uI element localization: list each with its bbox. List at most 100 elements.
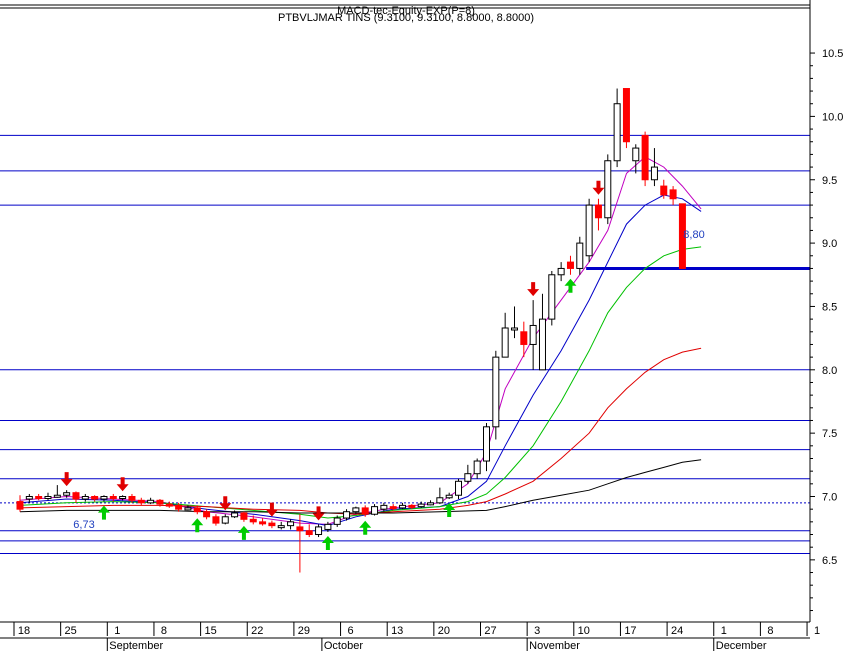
candle [137,497,145,506]
candle [473,458,481,479]
candle-body [576,242,584,269]
candle-body [296,526,304,532]
candle [240,511,248,522]
candle-body [109,496,117,499]
candle-body [594,204,602,219]
x-tick-label: 22 [251,625,263,637]
support-value-label: 8,80 [683,229,704,241]
candlestick-chart: 10.510.09.59.08.58.07.57.06.518 25 1 8 15 22 2… [0,0,843,651]
candle [53,485,61,498]
candle [147,497,155,505]
candle-body [408,504,416,508]
candle-body [44,496,52,499]
candle-body [16,501,24,510]
candle-body [501,327,509,358]
x-tick-label: 27 [484,625,496,637]
candle [548,270,556,326]
candle [529,300,537,370]
candle [81,493,89,502]
candle [315,524,323,538]
candle [427,500,435,506]
x-tick-label: 25 [65,625,77,637]
y-tick-label: 10.5 [822,48,843,60]
candle [371,504,379,516]
candle-body [371,506,379,515]
candle [305,524,313,538]
y-tick-label: 8.5 [822,301,837,313]
buy-arrow-icon [321,535,334,550]
candle [455,478,463,500]
candle [445,492,453,500]
month-label: November [529,640,580,651]
candle-body [240,512,248,520]
candle-body [538,318,546,371]
month-label: September [109,640,163,651]
candle-body [315,526,323,536]
y-tick-label: 6.5 [822,555,837,567]
candle-body [343,511,351,519]
sell-arrow-icon [116,477,129,492]
candle-body [35,496,43,499]
candle-body [548,274,556,320]
candle-body [100,496,108,500]
candle-body [632,147,640,162]
candle-body [650,166,658,181]
candle [91,495,99,502]
chart-header-line2: PTBVLJMAR TINS (9.3100, 9.3100, 8.8000, … [278,12,534,24]
candle [566,255,574,275]
candle-body [566,261,574,269]
candle-body [445,494,453,499]
candle-body [380,504,388,510]
x-tick-label: 15 [204,625,216,637]
candle-body [147,499,155,504]
horizontal-reference-lines [0,4,810,555]
candle [100,495,108,502]
candle-body [585,204,593,257]
candle-body [81,496,89,500]
candle [212,514,220,526]
candle-body [473,460,481,475]
candle [510,306,518,339]
sell-arrow-icon [592,180,605,195]
x-tick-label: 6 [347,625,353,637]
candle-body [389,506,397,510]
x-tick-label: 18 [18,625,30,637]
candle [492,350,500,440]
candle-body [361,507,369,515]
buy-arrow-icon [359,520,372,535]
candle-body [119,496,127,499]
candle [557,262,565,282]
buy-arrow-icon [97,505,110,520]
candle-body [212,516,220,524]
sell-arrow-icon [312,506,325,521]
y-tick-label: 8.0 [822,365,837,377]
candle-body [203,511,211,518]
candle [464,464,472,484]
candle [650,148,658,187]
candle [669,186,677,206]
x-tick-label: 1 [721,625,727,637]
candle [594,198,602,231]
candle [613,88,621,168]
sell-arrow-icon [60,472,73,487]
candle-body [557,267,565,276]
x-tick-label: 20 [438,625,450,637]
candle-body [464,473,472,482]
candle-body [641,134,649,181]
candle [436,487,444,505]
x-tick-label: 17 [624,625,636,637]
candle-body [520,331,528,345]
candle-body [128,496,136,501]
candle-body [193,507,201,513]
candle-body [483,426,490,462]
signal-arrows [60,180,605,550]
candle [501,312,509,358]
candle-body [175,504,183,510]
candle-body [492,356,500,428]
candle [44,492,52,501]
x-tick-label: 8 [161,625,167,637]
candle [417,501,425,508]
candle-body [352,507,360,513]
candle [221,514,229,525]
candle [604,154,612,225]
